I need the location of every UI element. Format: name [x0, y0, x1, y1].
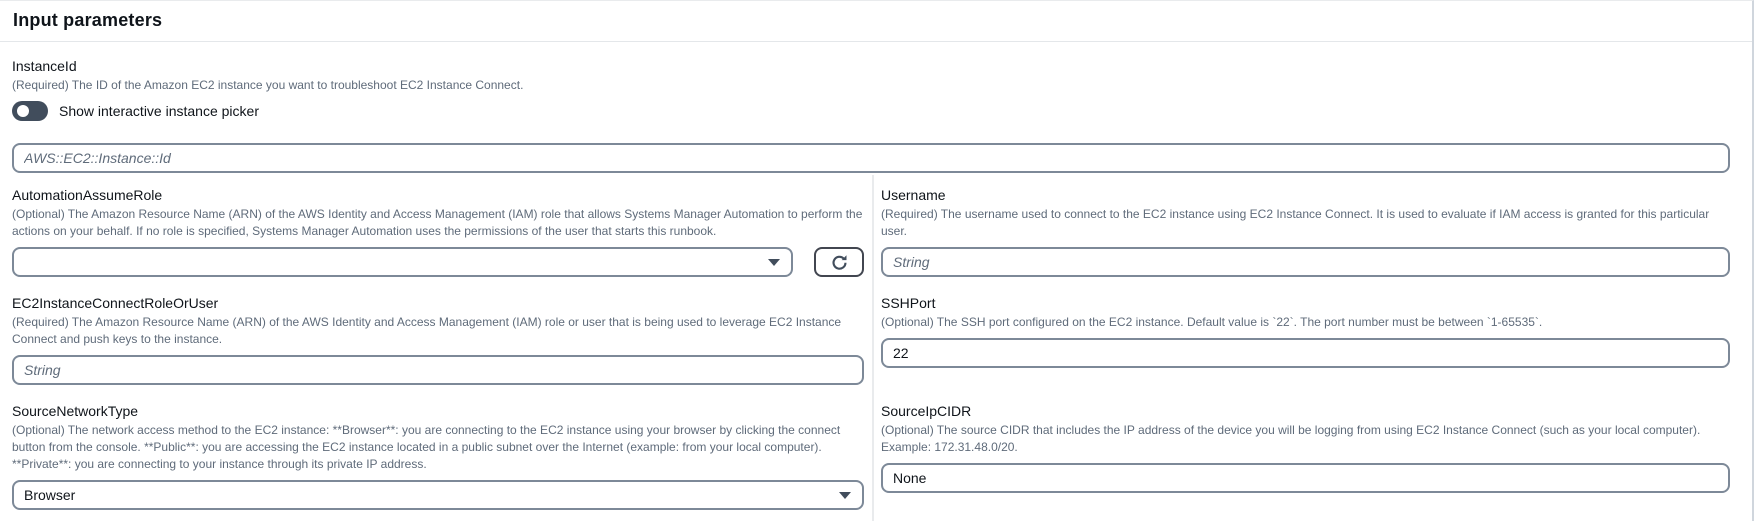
automation-assume-role-description: (Optional) The Amazon Resource Name (ARN… — [12, 206, 864, 240]
username-description: (Required) The username used to connect … — [881, 206, 1730, 240]
chevron-down-icon — [768, 259, 780, 266]
ssh-port-label: SSHPort — [881, 293, 1730, 313]
automation-assume-role-select[interactable] — [12, 247, 793, 277]
chevron-down-icon — [839, 492, 851, 499]
panel-header: Input parameters — [0, 1, 1752, 41]
form-content: InstanceId (Required) The ID of the Amaz… — [0, 42, 1752, 521]
field-instance-id: InstanceId (Required) The ID of the Amaz… — [12, 56, 1730, 173]
refresh-icon — [831, 254, 848, 271]
ec2-instance-connect-role-description: (Required) The Amazon Resource Name (ARN… — [12, 314, 864, 348]
toggle-knob-icon — [17, 105, 29, 117]
automation-assume-role-label: AutomationAssumeRole — [12, 185, 864, 205]
ec2-instance-connect-role-label: EC2InstanceConnectRoleOrUser — [12, 293, 864, 313]
automation-assume-role-controls — [12, 247, 864, 277]
source-network-type-description: (Optional) The network access method to … — [12, 422, 864, 473]
ssh-port-description: (Optional) The SSH port configured on th… — [881, 314, 1730, 331]
source-network-type-label: SourceNetworkType — [12, 401, 864, 421]
instance-picker-toggle-label: Show interactive instance picker — [59, 103, 259, 119]
field-ssh-port: SSHPort (Optional) The SSH port configur… — [881, 293, 1730, 368]
field-username: Username (Required) The username used to… — [881, 185, 1730, 277]
instance-picker-toggle-row: Show interactive instance picker — [12, 101, 1730, 121]
source-ip-cidr-input[interactable] — [881, 463, 1730, 493]
username-input[interactable] — [881, 247, 1730, 277]
refresh-button[interactable] — [814, 247, 864, 277]
ssh-port-input[interactable] — [881, 338, 1730, 368]
page-title: Input parameters — [13, 10, 1732, 31]
source-ip-cidr-label: SourceIpCIDR — [881, 401, 1730, 421]
field-automation-assume-role: AutomationAssumeRole (Optional) The Amaz… — [12, 185, 864, 277]
parameters-grid: AutomationAssumeRole (Optional) The Amaz… — [12, 173, 1730, 521]
instance-id-label: InstanceId — [12, 56, 1730, 76]
ec2-instance-connect-role-input[interactable] — [12, 355, 864, 385]
source-network-type-selected-value: Browser — [24, 487, 75, 503]
instance-picker-toggle[interactable] — [12, 101, 48, 121]
field-source-ip-cidr: SourceIpCIDR (Optional) The source CIDR … — [881, 401, 1730, 493]
instance-id-description: (Required) The ID of the Amazon EC2 inst… — [12, 77, 1730, 94]
input-parameters-panel: Input parameters InstanceId (Required) T… — [0, 0, 1754, 521]
field-ec2-instance-connect-role-or-user: EC2InstanceConnectRoleOrUser (Required) … — [12, 293, 864, 385]
source-network-type-select[interactable]: Browser — [12, 480, 864, 510]
field-source-network-type: SourceNetworkType (Optional) The network… — [12, 401, 864, 510]
source-ip-cidr-description: (Optional) The source CIDR that includes… — [881, 422, 1730, 456]
instance-id-input[interactable] — [12, 143, 1730, 173]
username-label: Username — [881, 185, 1730, 205]
